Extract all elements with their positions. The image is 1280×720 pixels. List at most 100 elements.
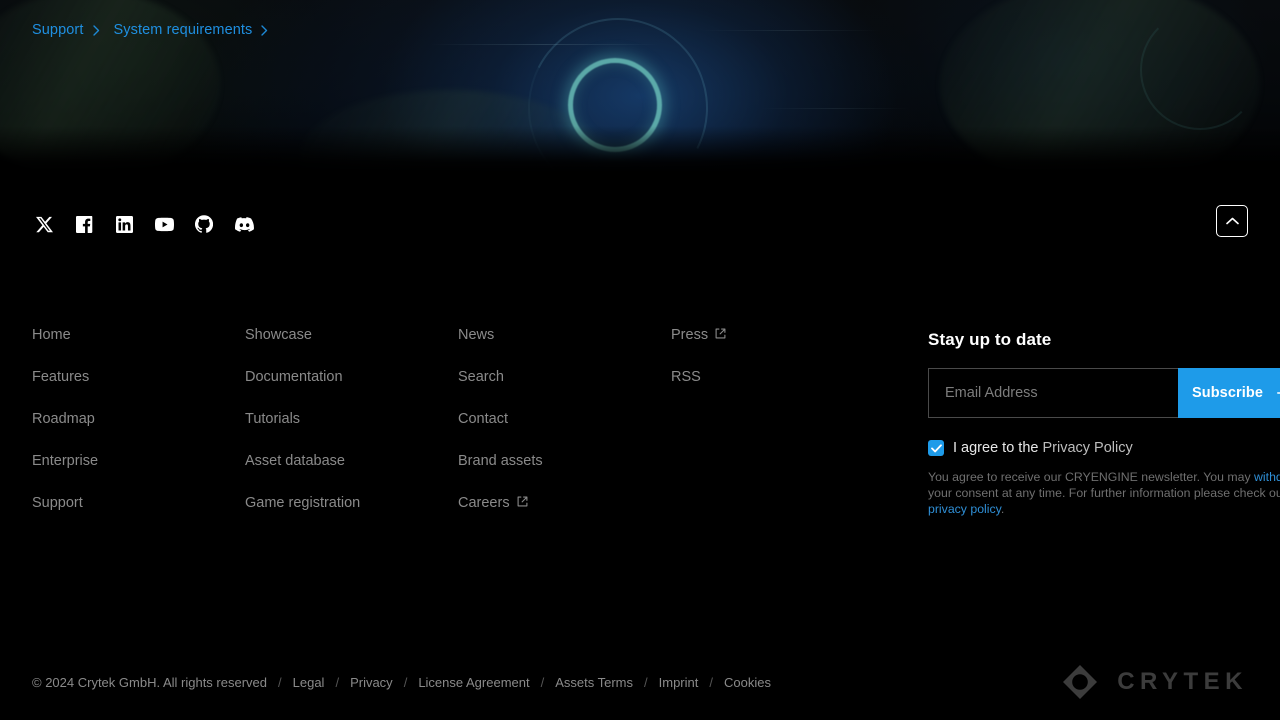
footer-main: Home Features Roadmap Enterprise Support… xyxy=(32,276,1280,538)
scroll-to-top-button[interactable] xyxy=(1216,205,1248,237)
legal-link-imprint[interactable]: Imprint xyxy=(659,675,699,690)
youtube-icon[interactable] xyxy=(152,212,176,236)
footer-link-brand-assets[interactable]: Brand assets xyxy=(458,454,543,469)
footer-link-label: Asset database xyxy=(245,453,345,469)
hero-streak xyxy=(760,108,910,109)
footer-link-asset-database[interactable]: Asset database xyxy=(245,454,345,469)
footer-link-label: Careers xyxy=(458,495,510,511)
disclaimer-text-2: your consent at any time. For further in… xyxy=(928,486,1280,500)
crytek-wordmark: CRYTEK xyxy=(1117,668,1248,695)
footer-link-game-registration[interactable]: Game registration xyxy=(245,496,360,511)
legal-link-assets-terms[interactable]: Assets Terms xyxy=(555,675,633,690)
privacy-policy-checkbox[interactable] xyxy=(928,440,944,456)
breadcrumb: Support System requirements xyxy=(32,22,282,38)
linkedin-icon[interactable] xyxy=(112,212,136,236)
footer-link-news[interactable]: News xyxy=(458,328,494,343)
external-link-icon xyxy=(715,328,726,343)
legal-separator: / xyxy=(644,674,648,690)
legal-links: © 2024 Crytek GmbH. All rights reserved … xyxy=(32,675,771,690)
newsletter-disclaimer: You agree to receive our CRYENGINE newsl… xyxy=(928,469,1280,517)
hero-bottom-fade xyxy=(0,126,1280,172)
hero-banner: Support System requirements xyxy=(0,0,1280,172)
footer-link-home[interactable]: Home xyxy=(32,328,71,343)
footer-link-label: Enterprise xyxy=(32,453,99,469)
breadcrumb-item-system-requirements[interactable]: System requirements xyxy=(114,22,283,38)
footer-link-tutorials[interactable]: Tutorials xyxy=(245,412,300,427)
footer-link-label: Roadmap xyxy=(32,411,95,427)
footer-link-label: Documentation xyxy=(245,369,343,385)
privacy-policy-link[interactable]: Privacy Policy xyxy=(1042,440,1132,456)
external-link-icon xyxy=(517,496,528,511)
legal-separator: / xyxy=(335,674,340,690)
legal-link-cookies[interactable]: Cookies xyxy=(724,675,771,690)
footer-link-label: Game registration xyxy=(245,495,361,511)
social-icons xyxy=(32,212,256,236)
footer-link-label: Tutorials xyxy=(245,411,301,427)
legal-link-privacy[interactable]: Privacy xyxy=(350,675,393,690)
hero-streak xyxy=(700,30,880,31)
footer-link-contact[interactable]: Contact xyxy=(458,412,508,427)
crytek-logo: CRYTEK xyxy=(1061,663,1248,701)
subscribe-label: Subscribe xyxy=(1191,385,1263,401)
footer-link-label: Search xyxy=(458,369,504,385)
copyright-text: © 2024 Crytek GmbH. All rights reserved xyxy=(32,674,267,690)
consent-text: I agree to the xyxy=(953,440,1043,456)
subscribe-button[interactable]: Subscribe xyxy=(1178,368,1280,418)
newsletter-title: Stay up to date xyxy=(928,330,1052,349)
disclaimer-text-3: . xyxy=(1000,502,1005,516)
email-input[interactable] xyxy=(928,368,1178,418)
footer-link-documentation[interactable]: Documentation xyxy=(245,370,343,385)
footer-link-label: RSS xyxy=(671,369,701,385)
footer-link-press[interactable]: Press xyxy=(671,328,726,343)
privacy-policy-inline-link[interactable]: privacy policy xyxy=(928,502,1001,516)
chevron-up-icon xyxy=(1225,217,1239,225)
consent-row: I agree to the Privacy Policy xyxy=(928,440,1280,456)
consent-label[interactable]: I agree to the Privacy Policy xyxy=(953,440,1133,456)
footer-link-columns: Home Features Roadmap Enterprise Support… xyxy=(32,328,884,538)
legal-separator: / xyxy=(278,674,282,690)
legal-separator: / xyxy=(403,674,408,690)
footer-link-label: Support xyxy=(32,495,83,511)
legal-link-license-agreement[interactable]: License Agreement xyxy=(418,675,529,690)
site-footer: Home Features Roadmap Enterprise Support… xyxy=(0,172,1280,720)
crytek-diamond-icon xyxy=(1061,663,1099,701)
footer-link-label: Home xyxy=(32,327,71,343)
discord-icon[interactable] xyxy=(232,212,256,236)
github-icon[interactable] xyxy=(192,212,216,236)
legal-separator: / xyxy=(709,674,713,690)
disclaimer-text-1: You agree to receive our CRYENGINE newsl… xyxy=(928,470,1255,484)
footer-link-enterprise[interactable]: Enterprise xyxy=(32,454,98,469)
hero-streak xyxy=(430,44,660,45)
footer-link-search[interactable]: Search xyxy=(458,370,504,385)
footer-column-4: Press RSS xyxy=(671,328,884,538)
footer-link-label: News xyxy=(458,327,495,343)
footer-link-label: Features xyxy=(32,369,90,385)
withdraw-link[interactable]: withdraw xyxy=(1254,470,1280,484)
footer-link-label: Contact xyxy=(458,411,508,427)
footer-link-label: Showcase xyxy=(245,327,312,343)
newsletter-form: Subscribe xyxy=(928,368,1280,418)
legal-separator: / xyxy=(540,674,545,690)
social-row xyxy=(32,172,1248,276)
footer-column-1: Home Features Roadmap Enterprise Support xyxy=(32,328,245,538)
footer-column-3: News Search Contact Brand assets Careers xyxy=(458,328,671,538)
chevron-right-icon xyxy=(261,24,268,36)
footer-link-roadmap[interactable]: Roadmap xyxy=(32,412,95,427)
legal-link-legal[interactable]: Legal xyxy=(293,675,325,690)
x-icon[interactable] xyxy=(32,212,56,236)
newsletter-section: Stay up to date Subscribe I agree to the… xyxy=(928,328,1280,538)
footer-link-features[interactable]: Features xyxy=(32,370,89,385)
footer-link-label: Brand assets xyxy=(458,453,543,469)
footer-link-label: Press xyxy=(671,327,709,343)
breadcrumb-label: Support xyxy=(32,22,84,38)
footer-link-careers[interactable]: Careers xyxy=(458,496,528,511)
footer-link-rss[interactable]: RSS xyxy=(671,370,701,385)
footer-column-2: Showcase Documentation Tutorials Asset d… xyxy=(245,328,458,538)
facebook-icon[interactable] xyxy=(72,212,96,236)
breadcrumb-label: System requirements xyxy=(113,22,253,38)
chevron-right-icon xyxy=(92,24,100,36)
footer-link-support[interactable]: Support xyxy=(32,496,83,511)
bottom-bar: © 2024 Crytek GmbH. All rights reserved … xyxy=(32,644,1248,720)
breadcrumb-item-support[interactable]: Support xyxy=(32,22,114,38)
footer-link-showcase[interactable]: Showcase xyxy=(245,328,312,343)
